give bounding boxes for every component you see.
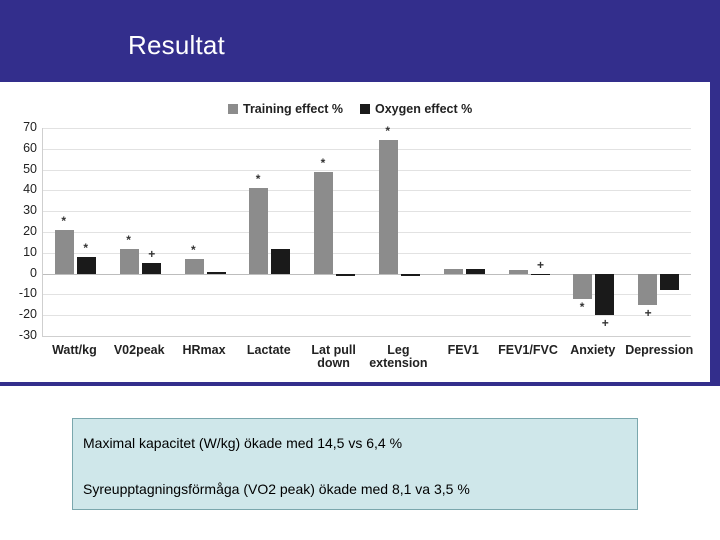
page-title: Resultat bbox=[128, 30, 225, 60]
gridline bbox=[43, 190, 691, 192]
legend-item-training-effect: Training effect % bbox=[228, 102, 343, 116]
y-axis-tick-label: 20 bbox=[23, 224, 37, 238]
gridline bbox=[43, 294, 691, 296]
gridline bbox=[43, 315, 691, 317]
x-axis-tick-label: Depression bbox=[625, 343, 694, 357]
significance-marker: * bbox=[385, 124, 391, 139]
bar bbox=[400, 273, 420, 276]
bar bbox=[660, 273, 680, 291]
significance-marker: * bbox=[320, 155, 326, 170]
bar bbox=[508, 270, 528, 274]
zero-line bbox=[43, 273, 691, 275]
y-axis-tick-label: 50 bbox=[23, 161, 37, 176]
significance-marker: * bbox=[579, 299, 585, 314]
bar bbox=[465, 269, 485, 274]
legend-label-training-effect: Training effect % bbox=[243, 102, 344, 116]
x-axis-tick-label: FEV1 bbox=[447, 343, 479, 357]
caption-box: Maximal kapacitet (W/kg) ökade med 14,5 … bbox=[72, 418, 638, 510]
bar bbox=[530, 273, 550, 275]
bar bbox=[184, 259, 204, 274]
chart-legend: Training effect % Oxygen effect % bbox=[0, 96, 710, 122]
y-axis-tick-label: -10 bbox=[18, 286, 37, 301]
legend-swatch-oxygen-effect bbox=[360, 104, 370, 114]
y-axis-tick-label: 10 bbox=[23, 244, 37, 259]
bar bbox=[119, 248, 139, 274]
chart: Training effect % Oxygen effect % 70 60 50… bbox=[0, 96, 710, 376]
significance-marker: * bbox=[83, 240, 89, 255]
bar bbox=[141, 263, 161, 274]
x-axis-tick-label: Watt/kg bbox=[52, 343, 97, 357]
gridline bbox=[43, 148, 691, 150]
caption-line-2: Syreupptagningsförmåga (VO2 peak) ökade … bbox=[83, 481, 470, 497]
bar bbox=[573, 273, 593, 299]
legend-label-oxygen-effect: Oxygen effect % bbox=[375, 102, 473, 116]
significance-marker: + bbox=[601, 316, 609, 331]
gridline bbox=[43, 232, 691, 233]
bar bbox=[249, 188, 269, 274]
significance-marker: + bbox=[148, 247, 156, 262]
y-axis-tick-label: 70 bbox=[23, 120, 37, 134]
bar bbox=[271, 248, 291, 274]
bar bbox=[336, 273, 356, 276]
caption-line-1: Maximal kapacitet (W/kg) ökade med 14,5 … bbox=[83, 435, 403, 451]
y-axis-tick-label: 0 bbox=[30, 265, 37, 280]
plot-area: 70 60 50 40 30 20 10 0 -10 -20 -30 * * * + * * * * + * + + bbox=[19, 120, 691, 342]
bottom-accent-bar bbox=[0, 382, 720, 386]
bar bbox=[206, 271, 226, 274]
x-axis-tick-label: FEV1/FVC bbox=[498, 343, 558, 357]
legend-swatch-training-effect bbox=[228, 104, 238, 114]
y-axis-tick-label: 60 bbox=[23, 140, 37, 155]
significance-marker: * bbox=[191, 243, 196, 258]
significance-marker: * bbox=[126, 232, 131, 247]
x-axis-tick-label: V02peak bbox=[113, 343, 165, 357]
y-axis-tick-label: -20 bbox=[18, 307, 37, 322]
significance-marker: + bbox=[537, 257, 545, 272]
bar bbox=[314, 171, 334, 274]
legend-item-oxygen-effect: Oxygen effect % bbox=[360, 102, 472, 116]
bar bbox=[378, 140, 398, 274]
y-axis-tick-label: -30 bbox=[18, 328, 37, 342]
x-axis-tick-label: Lactate bbox=[246, 343, 291, 357]
significance-marker: + bbox=[644, 305, 652, 320]
x-axis-tick-label: HRmax bbox=[182, 343, 226, 357]
x-axis-tick-label: Lat pull down bbox=[311, 343, 356, 370]
y-axis-tick-label: 40 bbox=[23, 182, 37, 197]
bar bbox=[443, 269, 463, 274]
y-axis-tick-label: 30 bbox=[23, 203, 37, 218]
right-accent-bar bbox=[710, 0, 720, 386]
significance-marker: * bbox=[255, 172, 261, 187]
bar bbox=[76, 256, 96, 274]
gridline bbox=[43, 252, 691, 254]
bar bbox=[638, 273, 658, 305]
bar bbox=[595, 273, 615, 316]
x-axis-line bbox=[42, 336, 690, 337]
x-axis-tick-label: Anxiety bbox=[570, 343, 616, 357]
bar bbox=[54, 229, 74, 274]
title-band bbox=[0, 0, 720, 82]
gridline bbox=[43, 169, 691, 171]
gridline bbox=[43, 211, 691, 213]
gridline bbox=[43, 128, 691, 129]
x-axis-tick-label: Leg extension bbox=[369, 343, 428, 370]
significance-marker: * bbox=[61, 213, 67, 228]
